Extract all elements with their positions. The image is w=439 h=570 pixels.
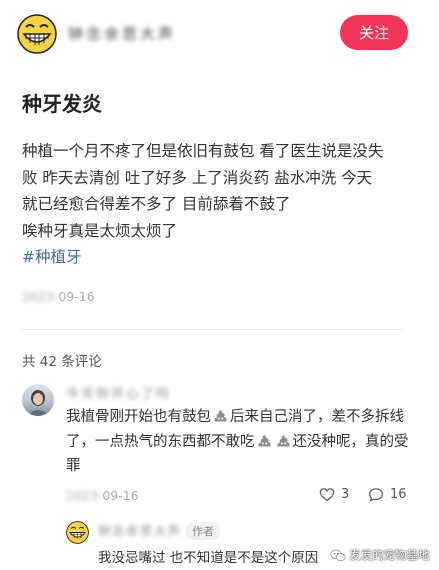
comment-text-part: 了，一点热气的东西都不敢吃 (66, 433, 255, 450)
post-date-hidden: 2023- (22, 289, 59, 304)
divider (22, 329, 403, 330)
comment-text-part: 后来自己消了，差不多拆线 (230, 409, 404, 425)
reply-button[interactable]: 16 (368, 487, 407, 502)
post-body-line: 种植一个月不疼了但是依旧有鼓包 看了医生说是没失 (22, 142, 384, 160)
post-date-visible: 09-16 (58, 289, 95, 304)
post-title: 种牙发炎 (22, 92, 102, 116)
poop-emoji-icon (257, 434, 271, 446)
reply-author-avatar[interactable] (66, 521, 89, 544)
comment-date-hidden: 2023- (66, 488, 103, 503)
poop-emoji-icon (276, 434, 290, 446)
comment-text-part: 还没种呢，真的受 (292, 433, 409, 450)
commenter-avatar-image (27, 390, 49, 416)
reply-author-name[interactable]: 钟念余思大声 (98, 522, 182, 539)
reply-count: 16 (390, 487, 407, 502)
comment-date-visible: 09-16 (102, 488, 139, 503)
post-body-line: 就已经愈合得差不多了 目前舔着不鼓了 (22, 195, 291, 213)
heart-icon (319, 488, 335, 502)
post-body-line: 唉种牙真是太烦太烦了 (22, 221, 178, 240)
commenter-avatar[interactable] (22, 384, 54, 416)
like-button[interactable]: 3 (319, 487, 349, 502)
watermark-text: 发发的宠物基地 (349, 548, 430, 562)
post-date: 2023-09-16 (22, 289, 95, 304)
poop-emoji-icon (214, 409, 227, 422)
comment-bubble-icon (369, 488, 383, 502)
comment-text: 我植骨刚开始也有鼓包 后来自己消了，差不多拆线 了，一点热气的东西都不敢吃 还没种呢… (66, 405, 409, 479)
comment-count: 共 42 条评论 (22, 354, 102, 370)
post-header: 钟念余思大声 关注 (0, 0, 439, 68)
comment-date: 2023-09-16 (66, 488, 139, 503)
author-name[interactable]: 钟念余思大声 (68, 23, 176, 44)
author-badge: 作者 (186, 522, 220, 540)
comment-text-part: 罪 (66, 458, 81, 474)
post-body-line: 败 昨天去清创 吐了好多 上了消炎药 盐水冲洗 今天 (22, 168, 373, 187)
like-count: 3 (341, 487, 350, 502)
wechat-icon (330, 549, 346, 561)
commenter-name[interactable]: 今天你开心了吗 (66, 383, 171, 402)
comment-text-part: 我植骨刚开始也有鼓包 (66, 409, 211, 425)
follow-button[interactable]: 关注 (340, 15, 408, 50)
watermark: 发发的宠物基地 (330, 547, 430, 563)
reply-text: 我没忌嘴过 也不知道是不是这个原因 (98, 550, 319, 566)
post-body: 种植一个月不疼了但是依旧有鼓包 看了医生说是没失 败 昨天去清创 吐了好多 上了… (22, 138, 422, 271)
hashtag-link[interactable]: #种植牙 (22, 248, 82, 266)
author-avatar[interactable] (17, 14, 57, 54)
